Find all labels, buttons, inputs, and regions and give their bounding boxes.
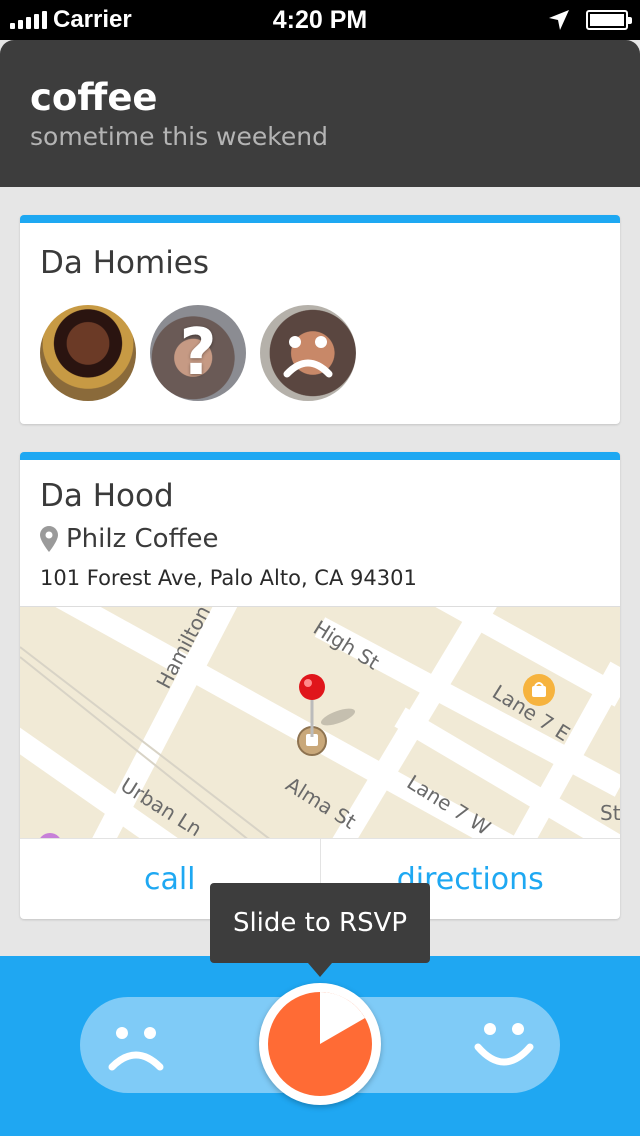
status-bar: Carrier 4:20 PM [0, 0, 640, 40]
rsvp-slider-knob[interactable] [259, 983, 381, 1105]
happy-face-icon[interactable] [470, 1011, 538, 1079]
place-card: Da Hood Philz Coffee 101 Forest Ave, Pal… [20, 452, 620, 919]
event-header: coffee sometime this weekend [0, 40, 640, 187]
timer-pie-icon [268, 992, 372, 1096]
event-title: coffee [30, 76, 158, 119]
location-arrow-icon [549, 10, 569, 30]
group-card: Da Homies ? [20, 215, 620, 424]
member-avatars: ? [40, 305, 356, 401]
rsvp-bar [0, 956, 640, 1136]
avatar[interactable] [40, 305, 136, 401]
map-label-st: St [600, 801, 620, 825]
place-address: 101 Forest Ave, Palo Alto, CA 94301 [40, 566, 417, 590]
location-pin-icon [40, 526, 58, 552]
avatar[interactable] [260, 305, 356, 401]
rsvp-tooltip: Slide to RSVP [210, 883, 430, 977]
map-pin-icon[interactable] [296, 671, 356, 771]
shopping-bag-icon [523, 674, 555, 706]
event-time: sometime this weekend [30, 122, 328, 151]
battery-icon [586, 10, 632, 30]
map-view[interactable]: Hamilton High St Lane 7 E Urban Ln Alma … [20, 606, 620, 838]
place-row: Philz Coffee [40, 524, 218, 554]
status-icons [548, 9, 632, 31]
avatar[interactable]: ? [150, 305, 246, 401]
sad-face-icon [283, 336, 333, 378]
sad-face-icon[interactable] [102, 1011, 170, 1079]
carrier-group: Carrier [10, 6, 132, 34]
signal-icon [10, 11, 47, 29]
question-mark-icon: ? [179, 316, 217, 390]
group-name: Da Homies [40, 245, 210, 281]
place-name: Philz Coffee [66, 524, 219, 554]
carrier-label: Carrier [53, 6, 132, 33]
place-section-title: Da Hood [40, 478, 174, 514]
